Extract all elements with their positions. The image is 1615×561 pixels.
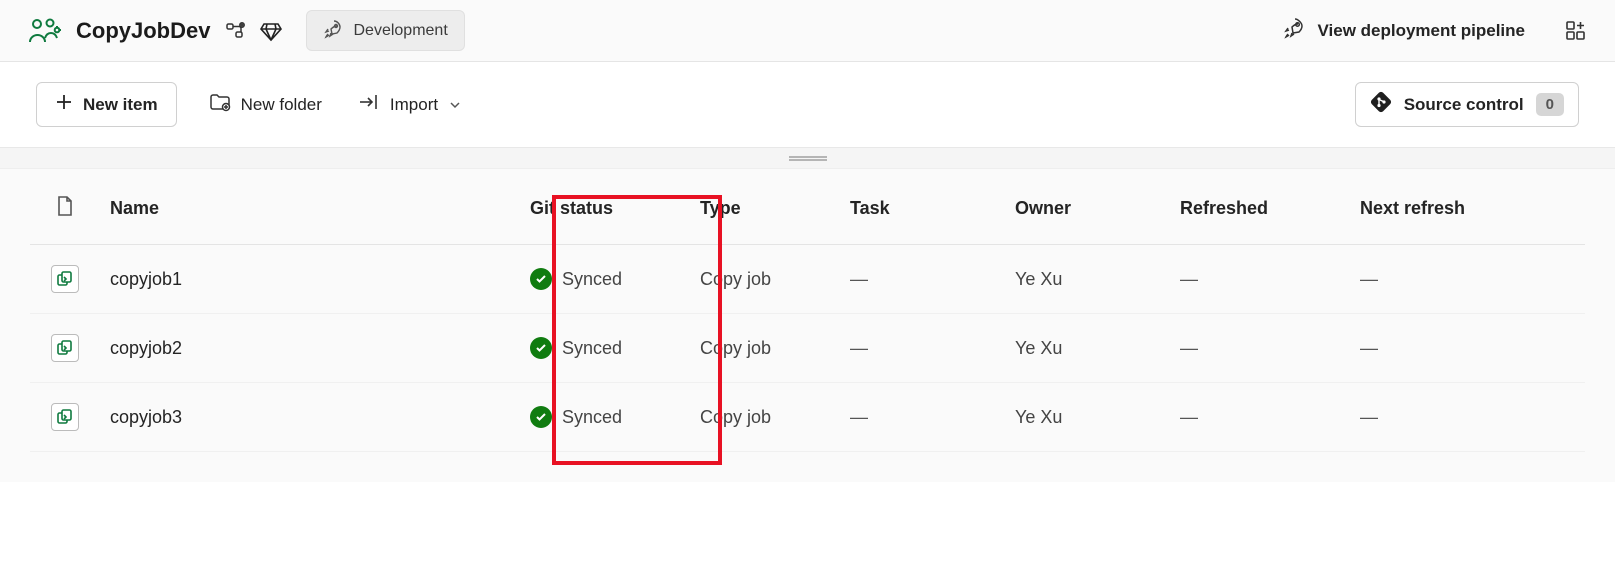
new-folder-label: New folder	[241, 95, 322, 115]
git-status-cell: Synced	[530, 406, 680, 428]
git-icon	[1370, 91, 1392, 118]
stage-label: Development	[353, 22, 447, 40]
source-control-button[interactable]: Source control 0	[1355, 82, 1579, 127]
table-row[interactable]: copyjob1 Synced Copy job — Ye Xu — —	[30, 245, 1585, 314]
nextrefresh-value: —	[1360, 407, 1379, 427]
new-item-label: New item	[83, 95, 158, 115]
synced-check-icon	[530, 406, 552, 428]
source-control-label: Source control	[1404, 95, 1524, 115]
git-status-cell: Synced	[530, 268, 680, 290]
plus-icon	[55, 93, 73, 116]
item-name[interactable]: copyjob3	[110, 407, 182, 427]
nextrefresh-value: —	[1360, 338, 1379, 358]
view-deployment-pipeline-link[interactable]: View deployment pipeline	[1273, 11, 1535, 50]
grip-icon	[789, 156, 827, 161]
git-status-text: Synced	[562, 338, 622, 359]
rocket-icon	[323, 19, 343, 42]
col-header-name[interactable]: Name	[100, 169, 520, 245]
nextrefresh-value: —	[1360, 269, 1379, 289]
deployment-pipeline-label: View deployment pipeline	[1317, 21, 1525, 41]
item-type: Copy job	[690, 314, 840, 383]
apps-icon[interactable]	[1565, 20, 1587, 42]
item-table-wrap: Name Git status Type Task Owner Refreshe…	[0, 169, 1615, 482]
owner-value: Ye Xu	[1005, 314, 1170, 383]
new-folder-button[interactable]: New folder	[205, 86, 326, 123]
row-item-icon-cell	[30, 383, 100, 452]
import-label: Import	[390, 95, 438, 115]
file-icon	[56, 201, 74, 221]
workspace-header: CopyJobDev Development	[0, 0, 1615, 62]
row-item-icon-cell	[30, 245, 100, 314]
workspace-title: CopyJobDev	[76, 18, 210, 44]
owner-value: Ye Xu	[1005, 383, 1170, 452]
item-type: Copy job	[690, 383, 840, 452]
col-header-owner[interactable]: Owner	[1005, 169, 1170, 245]
owner-value: Ye Xu	[1005, 245, 1170, 314]
stage-pill[interactable]: Development	[306, 10, 464, 51]
table-row[interactable]: copyjob2 Synced Copy job — Ye Xu — —	[30, 314, 1585, 383]
diamond-icon[interactable]	[260, 20, 282, 42]
pane-splitter[interactable]	[0, 147, 1615, 169]
row-item-icon-cell	[30, 314, 100, 383]
col-header-gitstatus[interactable]: Git status	[520, 169, 690, 245]
git-status-text: Synced	[562, 407, 622, 428]
refreshed-value: —	[1180, 407, 1199, 427]
item-table: Name Git status Type Task Owner Refreshe…	[30, 169, 1585, 452]
chevron-down-icon	[450, 98, 460, 112]
refreshed-value: —	[1180, 269, 1199, 289]
toolbar: New item New folder Import	[0, 62, 1615, 147]
col-header-nextrefresh[interactable]: Next refresh	[1350, 169, 1585, 245]
col-header-task[interactable]: Task	[840, 169, 1005, 245]
task-flow-icon[interactable]	[224, 20, 246, 42]
folder-plus-icon	[209, 92, 231, 117]
source-control-badge: 0	[1536, 93, 1564, 116]
copyjob-icon	[51, 334, 79, 362]
task-value: —	[850, 269, 869, 289]
col-header-type[interactable]: Type	[690, 169, 840, 245]
import-icon	[358, 93, 380, 116]
synced-check-icon	[530, 268, 552, 290]
task-value: —	[850, 407, 869, 427]
git-status-text: Synced	[562, 269, 622, 290]
rocket-icon	[1283, 17, 1305, 44]
copyjob-icon	[51, 265, 79, 293]
refreshed-value: —	[1180, 338, 1199, 358]
col-header-icon[interactable]	[30, 169, 100, 245]
synced-check-icon	[530, 337, 552, 359]
col-header-refreshed[interactable]: Refreshed	[1170, 169, 1350, 245]
item-name[interactable]: copyjob1	[110, 269, 182, 289]
new-item-button[interactable]: New item	[36, 82, 177, 127]
git-status-cell: Synced	[530, 337, 680, 359]
copyjob-icon	[51, 403, 79, 431]
workspace-icon	[28, 16, 62, 46]
table-row[interactable]: copyjob3 Synced Copy job — Ye Xu — —	[30, 383, 1585, 452]
task-value: —	[850, 338, 869, 358]
import-button[interactable]: Import	[354, 87, 464, 122]
table-header-row: Name Git status Type Task Owner Refreshe…	[30, 169, 1585, 245]
item-type: Copy job	[690, 245, 840, 314]
item-name[interactable]: copyjob2	[110, 338, 182, 358]
